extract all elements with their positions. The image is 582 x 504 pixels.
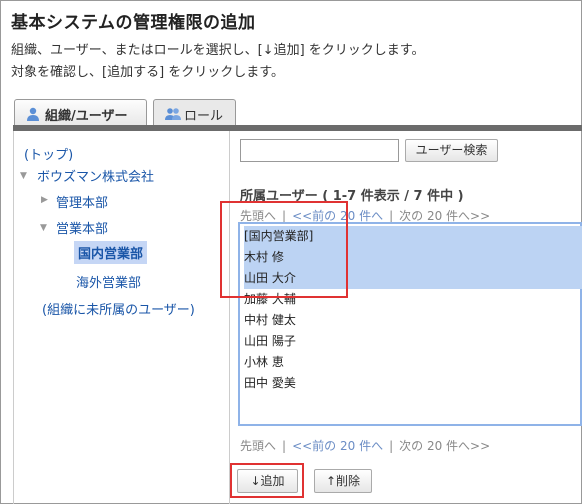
tree-item-top[interactable]: (トップ) — [24, 144, 73, 163]
tree-item-sales-division[interactable]: 営業本部 — [56, 218, 108, 237]
tab-role[interactable]: ロール — [153, 99, 236, 128]
tree-item-domestic-sales[interactable]: 国内営業部 — [74, 241, 148, 264]
tree-item-company[interactable]: ボウズマン株式会社 — [37, 166, 154, 185]
highlight-box-selection — [220, 201, 348, 298]
pager-prev-link[interactable]: <<前の 20 件へ — [292, 439, 383, 453]
collapse-triangle-icon[interactable]: ▼ — [20, 171, 27, 181]
user-search-input[interactable] — [240, 139, 399, 162]
tab-org-user-label: 組織/ユーザー — [45, 108, 128, 124]
instruction-text-2: 対象を確認し、[追加する] をクリックします。 — [11, 65, 284, 80]
pager-bottom: 先頭へ | <<前の 20 件へ | 次の 20 件へ>> — [240, 439, 491, 453]
list-item[interactable]: 田中 愛美 — [244, 373, 582, 394]
tab-bar: 組織/ユーザー ロール — [14, 99, 242, 128]
page-title: 基本システムの管理権限の追加 — [11, 13, 256, 33]
tree-item-overseas-sales[interactable]: 海外営業部 — [76, 272, 141, 291]
list-item[interactable]: 中村 健太 — [244, 310, 582, 331]
highlight-box-add-button — [230, 463, 304, 498]
pager-first-link[interactable]: 先頭へ — [240, 439, 276, 453]
instruction-text-1: 組織、ユーザー、またはロールを選択し、[↓追加] をクリックします。 — [11, 43, 425, 58]
collapse-triangle-icon[interactable]: ▼ — [40, 223, 47, 233]
user-search-button[interactable]: ユーザー検索 — [405, 139, 498, 162]
tab-role-label: ロール — [184, 108, 224, 124]
expand-triangle-icon[interactable]: ▶ — [41, 195, 48, 205]
pager-next-link[interactable]: 次の 20 件へ>> — [399, 209, 490, 223]
tab-org-user[interactable]: 組織/ユーザー — [14, 99, 147, 128]
users-group-icon — [164, 107, 181, 121]
list-item[interactable]: 小林 恵 — [244, 352, 582, 373]
user-icon — [25, 107, 41, 121]
panel-divider — [229, 131, 230, 504]
list-item[interactable]: 山田 陽子 — [244, 331, 582, 352]
remove-button[interactable]: ↑削除 — [314, 469, 372, 493]
tree-item-admin-division[interactable]: 管理本部 — [56, 192, 108, 211]
tree-item-unassigned-users[interactable]: (組織に未所属のユーザー) — [42, 299, 195, 318]
pager-next-link[interactable]: 次の 20 件へ>> — [399, 439, 490, 453]
